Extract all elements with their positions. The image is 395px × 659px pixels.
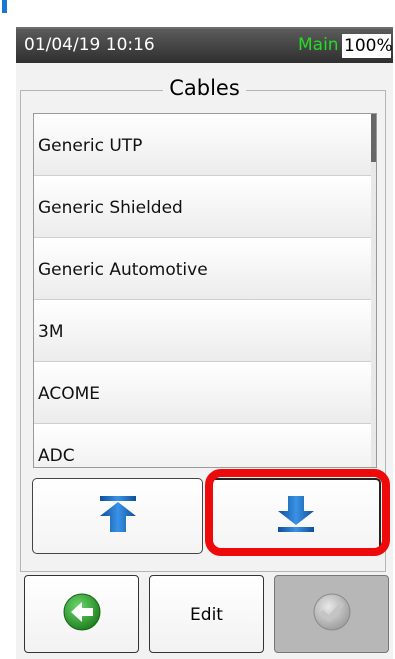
scroll-to-top-button[interactable] (32, 478, 203, 554)
list-item[interactable]: ADC (34, 424, 376, 467)
status-datetime: 01/04/19 10:16 (24, 35, 155, 55)
list-item-label: ADC (38, 446, 75, 466)
back-button[interactable] (24, 575, 139, 653)
list-item[interactable]: Generic UTP (34, 114, 376, 176)
list-item-label: ACOME (38, 384, 100, 404)
list-item-label: 3M (38, 322, 64, 342)
panel-title: Cables (16, 76, 393, 100)
status-bar: 01/04/19 10:16 Main 100% (16, 27, 393, 63)
list-item-label: Generic UTP (38, 136, 143, 156)
arrow-to-top-icon (99, 496, 137, 536)
list-item-label: Generic Shielded (38, 198, 183, 218)
scroll-thumb[interactable] (371, 114, 376, 162)
status-mode: Main (298, 35, 339, 55)
edit-button[interactable]: Edit (149, 575, 264, 653)
battery-indicator: 100% (342, 34, 393, 58)
checkmark-icon (313, 593, 351, 635)
list-item[interactable]: ACOME (34, 362, 376, 424)
list-item-label: Generic Automotive (38, 260, 208, 280)
device-screen: 01/04/19 10:16 Main 100% Cables Generic … (16, 27, 393, 659)
list-item[interactable]: Generic Automotive (34, 238, 376, 300)
panel-title-text: Cables (163, 76, 246, 100)
back-arrow-icon (63, 593, 101, 635)
list-item[interactable]: Generic Shielded (34, 176, 376, 238)
corner-marker (2, 0, 7, 13)
list-item[interactable]: 3M (34, 300, 376, 362)
cable-list[interactable]: Generic UTP Generic Shielded Generic Aut… (33, 113, 377, 468)
edit-button-label: Edit (190, 605, 223, 625)
scrollbar[interactable] (371, 114, 376, 467)
confirm-button[interactable] (274, 575, 389, 653)
highlight-box (205, 469, 390, 556)
